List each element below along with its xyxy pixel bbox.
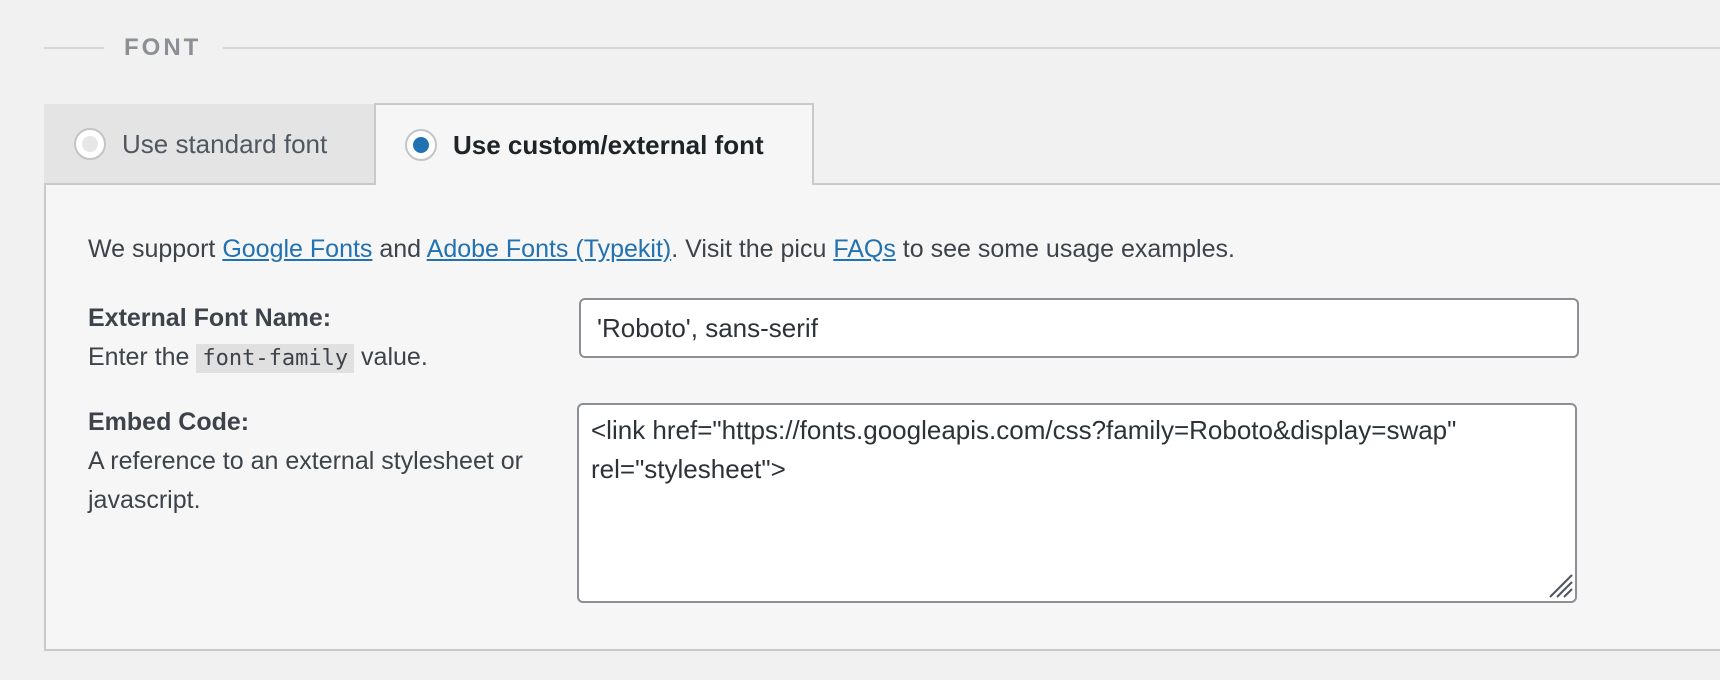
embed-code-description: A reference to an external stylesheet or… xyxy=(88,447,523,514)
heading-divider-right xyxy=(223,47,1720,49)
font-family-code: font-family xyxy=(196,344,355,373)
tab-custom-font[interactable]: Use custom/external font xyxy=(374,103,814,185)
external-font-description: Enter the font-family value. xyxy=(88,338,428,378)
embed-code-title: Embed Code: xyxy=(88,408,250,436)
intro-and: and xyxy=(372,235,427,263)
external-font-desc-prefix: Enter the xyxy=(88,343,197,371)
section-heading: FONT xyxy=(44,30,1720,66)
embed-code-label: Embed Code: A reference to an external s… xyxy=(88,403,558,520)
external-font-name-input[interactable] xyxy=(579,298,1579,358)
radio-custom-font[interactable] xyxy=(405,129,437,161)
faqs-link[interactable]: FAQs xyxy=(833,235,896,263)
tab-custom-font-label: Use custom/external font xyxy=(453,129,764,160)
intro-middle: . Visit the picu xyxy=(671,235,834,263)
intro-text: We support Google Fonts and Adobe Fonts … xyxy=(88,235,1235,264)
adobe-fonts-link[interactable]: Adobe Fonts (Typekit) xyxy=(427,235,672,263)
custom-font-panel: We support Google Fonts and Adobe Fonts … xyxy=(44,183,1720,651)
tab-standard-font[interactable]: Use standard font xyxy=(44,104,374,184)
radio-unselected-icon xyxy=(82,136,98,152)
intro-suffix: to see some usage examples. xyxy=(895,235,1235,263)
external-font-title: External Font Name: xyxy=(88,304,332,332)
resize-handle-icon[interactable] xyxy=(1546,571,1574,599)
tab-standard-font-label: Use standard font xyxy=(122,128,328,159)
external-font-desc-suffix: value. xyxy=(354,343,428,371)
radio-standard-font[interactable] xyxy=(74,128,106,160)
google-fonts-link[interactable]: Google Fonts xyxy=(222,235,372,263)
radio-selected-icon xyxy=(413,137,429,153)
section-title: FONT xyxy=(124,34,202,61)
heading-divider-left xyxy=(44,47,104,49)
embed-code-textarea[interactable]: <link href="https://fonts.googleapis.com… xyxy=(577,403,1577,603)
font-mode-tabs: Use standard font Use custom/external fo… xyxy=(44,103,814,185)
external-font-label: External Font Name: Enter the font-famil… xyxy=(88,299,428,378)
intro-prefix: We support xyxy=(88,235,223,263)
